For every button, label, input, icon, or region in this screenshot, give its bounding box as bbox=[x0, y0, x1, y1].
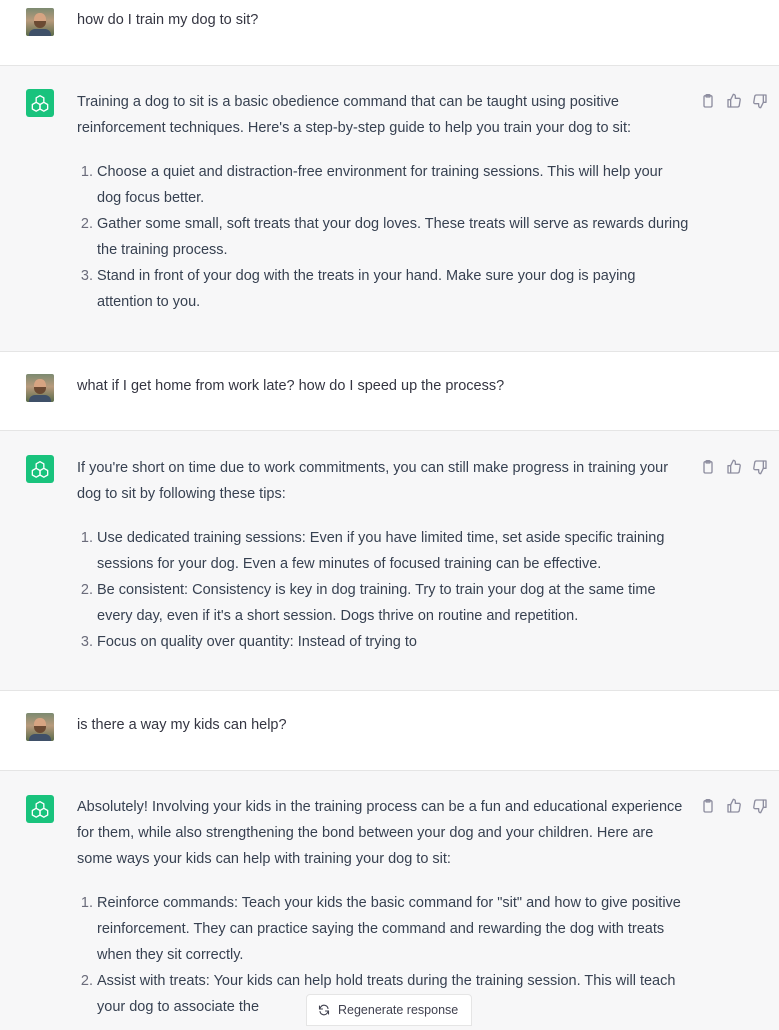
list-item: Gather some small, soft treats that your… bbox=[97, 211, 689, 263]
user-avatar bbox=[26, 8, 54, 36]
assistant-intro: Training a dog to sit is a basic obedien… bbox=[77, 94, 632, 136]
regenerate-response-button[interactable]: Regenerate response bbox=[306, 994, 472, 1026]
list-item: Focus on quality over quantity: Instead … bbox=[97, 629, 689, 655]
openai-logo-icon bbox=[26, 455, 54, 483]
assistant-message: If you're short on time due to work comm… bbox=[0, 430, 779, 691]
list-item: Reinforce commands: Teach your kids the … bbox=[97, 890, 689, 968]
user-message: how do I train my dog to sit? bbox=[0, 0, 779, 66]
thumbs-up-icon[interactable] bbox=[725, 92, 743, 110]
thumbs-up-icon[interactable] bbox=[725, 797, 743, 815]
thumbs-down-icon[interactable] bbox=[751, 458, 769, 476]
assistant-list: Use dedicated training sessions: Even if… bbox=[77, 525, 689, 655]
assistant-message: Training a dog to sit is a basic obedien… bbox=[0, 65, 779, 352]
thumbs-down-icon[interactable] bbox=[751, 92, 769, 110]
assistant-message: Absolutely! Involving your kids in the t… bbox=[0, 770, 779, 1030]
thumbs-up-icon[interactable] bbox=[725, 458, 743, 476]
openai-logo-icon bbox=[26, 89, 54, 117]
message-actions bbox=[699, 92, 769, 110]
user-message: is there a way my kids can help? bbox=[0, 691, 779, 770]
assistant-intro: If you're short on time due to work comm… bbox=[77, 460, 669, 502]
message-actions bbox=[699, 458, 769, 476]
assistant-intro: Absolutely! Involving your kids in the t… bbox=[77, 799, 683, 867]
refresh-icon bbox=[318, 1004, 330, 1016]
user-message: what if I get home from work late? how d… bbox=[0, 352, 779, 431]
openai-logo-icon bbox=[26, 795, 54, 823]
user-message-text: what if I get home from work late? how d… bbox=[77, 378, 505, 394]
list-item: Be consistent: Consistency is key in dog… bbox=[97, 577, 689, 629]
list-item: Stand in front of your dog with the trea… bbox=[97, 263, 689, 315]
clipboard-icon[interactable] bbox=[699, 92, 717, 110]
user-avatar bbox=[26, 713, 54, 741]
list-item: Choose a quiet and distraction-free envi… bbox=[97, 159, 689, 211]
clipboard-icon[interactable] bbox=[699, 797, 717, 815]
message-actions bbox=[699, 797, 769, 815]
user-message-text: how do I train my dog to sit? bbox=[77, 12, 259, 28]
clipboard-icon[interactable] bbox=[699, 458, 717, 476]
assistant-list: Choose a quiet and distraction-free envi… bbox=[77, 159, 689, 315]
thumbs-down-icon[interactable] bbox=[751, 797, 769, 815]
regenerate-label: Regenerate response bbox=[338, 1003, 459, 1017]
user-message-text: is there a way my kids can help? bbox=[77, 717, 287, 733]
list-item: Use dedicated training sessions: Even if… bbox=[97, 525, 689, 577]
user-avatar bbox=[26, 374, 54, 402]
